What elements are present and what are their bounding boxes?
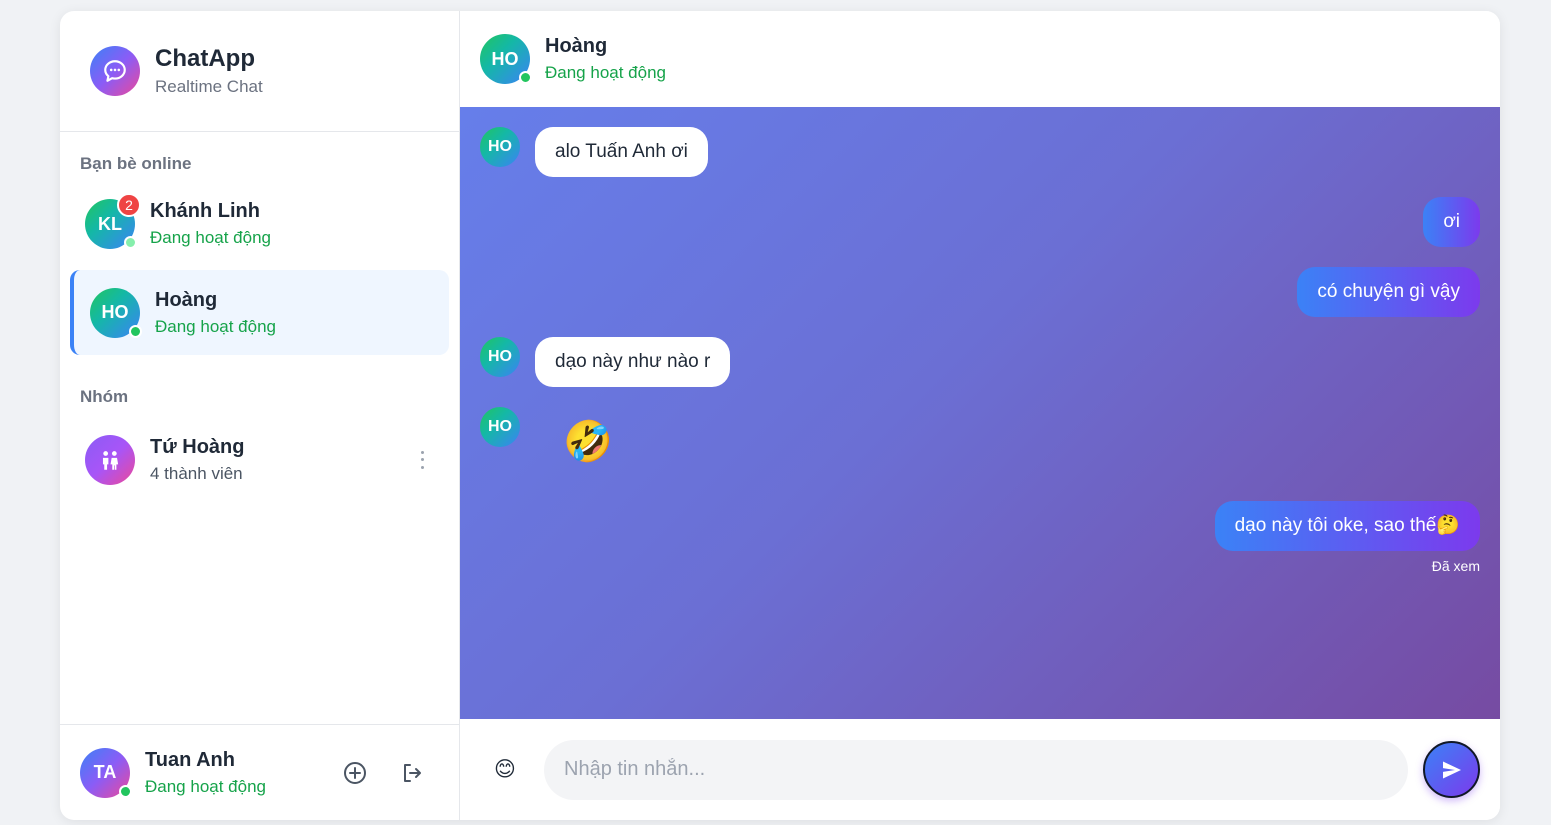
chat-header: HO Hoàng Đang hoạt động xyxy=(460,11,1500,107)
emoji-message: 🤣 xyxy=(563,420,613,464)
message-outgoing: ơi xyxy=(1423,197,1480,247)
user-status: Đang hoạt động xyxy=(145,776,266,796)
friends-section-title: Bạn bè online xyxy=(80,154,192,173)
user-name: Tuan Anh xyxy=(145,748,235,771)
group-icon xyxy=(102,450,119,470)
online-indicator xyxy=(519,71,532,84)
message-text: dạo này như nào r xyxy=(535,337,731,387)
brand-header: ChatApp Realtime Chat xyxy=(60,11,459,132)
unread-badge: 2 xyxy=(117,193,141,217)
message-incoming: HO dạo này như nào r xyxy=(480,337,731,387)
contact-status: Đang hoạt động xyxy=(155,316,276,336)
contact-status: Đang hoạt động xyxy=(150,228,271,247)
more-vertical-icon[interactable] xyxy=(419,450,425,469)
sender-avatar: HO xyxy=(480,127,520,167)
avatar-initials: TA xyxy=(93,762,117,782)
online-indicator xyxy=(129,324,142,338)
contact-item-hoang[interactable]: HO Hoàng Đang hoạt động xyxy=(70,270,449,355)
group-members: 4 thành viên xyxy=(150,463,243,483)
group-item-tu-hoang[interactable]: Tứ Hoàng 4 thành viên xyxy=(70,417,449,502)
create-group-button[interactable] xyxy=(338,756,372,790)
avatar: KL 2 xyxy=(85,193,141,249)
message-text: alo Tuấn Anh ơi xyxy=(535,127,708,177)
message-input[interactable] xyxy=(544,739,1408,800)
send-button[interactable] xyxy=(1423,741,1480,798)
online-indicator xyxy=(119,784,132,798)
chat-partner-name: Hoàng xyxy=(545,35,608,57)
chat-panel: HO Hoàng Đang hoạt động HO alo Tuấn Anh … xyxy=(460,11,1500,820)
sidebar: ChatApp Realtime Chat Bạn bè online KL 2… xyxy=(60,11,460,820)
chat-bubble-icon xyxy=(104,60,126,82)
avatar-initials: KL xyxy=(98,213,122,234)
emoji-button[interactable]: 😊 xyxy=(490,755,520,785)
avatar-initials: HO xyxy=(491,48,519,69)
user-avatar: TA xyxy=(80,747,132,798)
message-outgoing: dạo này tôi oke, sao thế🤔 xyxy=(1214,501,1480,551)
chat-partner-status: Đang hoạt động xyxy=(545,63,666,82)
app-title: ChatApp xyxy=(155,45,255,72)
groups-section-title: Nhóm xyxy=(80,387,129,406)
avatar: HO xyxy=(90,287,142,338)
send-icon xyxy=(1442,761,1461,778)
contact-name: Khánh Linh xyxy=(150,200,260,222)
logout-icon xyxy=(404,763,421,782)
online-indicator xyxy=(124,236,137,249)
contact-item-khanh-linh[interactable]: KL 2 Khánh Linh Đang hoạt động xyxy=(70,184,449,264)
seen-status: Đã xem xyxy=(1431,558,1480,574)
chat-app-window: ChatApp Realtime Chat Bạn bè online KL 2… xyxy=(60,11,1500,820)
logout-button[interactable] xyxy=(395,756,429,790)
message-outgoing: có chuyện gì vậy xyxy=(1297,267,1480,317)
sender-avatar: HO xyxy=(480,337,520,377)
group-name: Tứ Hoàng xyxy=(150,435,245,458)
avatar-initials: HO xyxy=(101,302,129,322)
message-list: HO alo Tuấn Anh ơi ơi có chuyện gì vậy H… xyxy=(460,107,1500,719)
emoji-icon: 😊 xyxy=(494,758,516,781)
contact-name: Hoàng xyxy=(155,288,218,311)
message-incoming-emoji: HO 🤣 xyxy=(480,407,613,467)
user-actions xyxy=(315,756,429,790)
message-composer: 😊 xyxy=(460,719,1500,820)
app-subtitle: Realtime Chat xyxy=(155,77,263,96)
add-circle-icon xyxy=(344,761,366,784)
message-incoming: HO alo Tuấn Anh ơi xyxy=(480,127,708,177)
chat-partner-avatar: HO xyxy=(480,34,532,84)
group-avatar xyxy=(85,434,135,485)
current-user-bar: TA Tuan Anh Đang hoạt động xyxy=(60,724,459,820)
sender-avatar: HO xyxy=(480,407,520,447)
app-logo xyxy=(90,46,140,96)
